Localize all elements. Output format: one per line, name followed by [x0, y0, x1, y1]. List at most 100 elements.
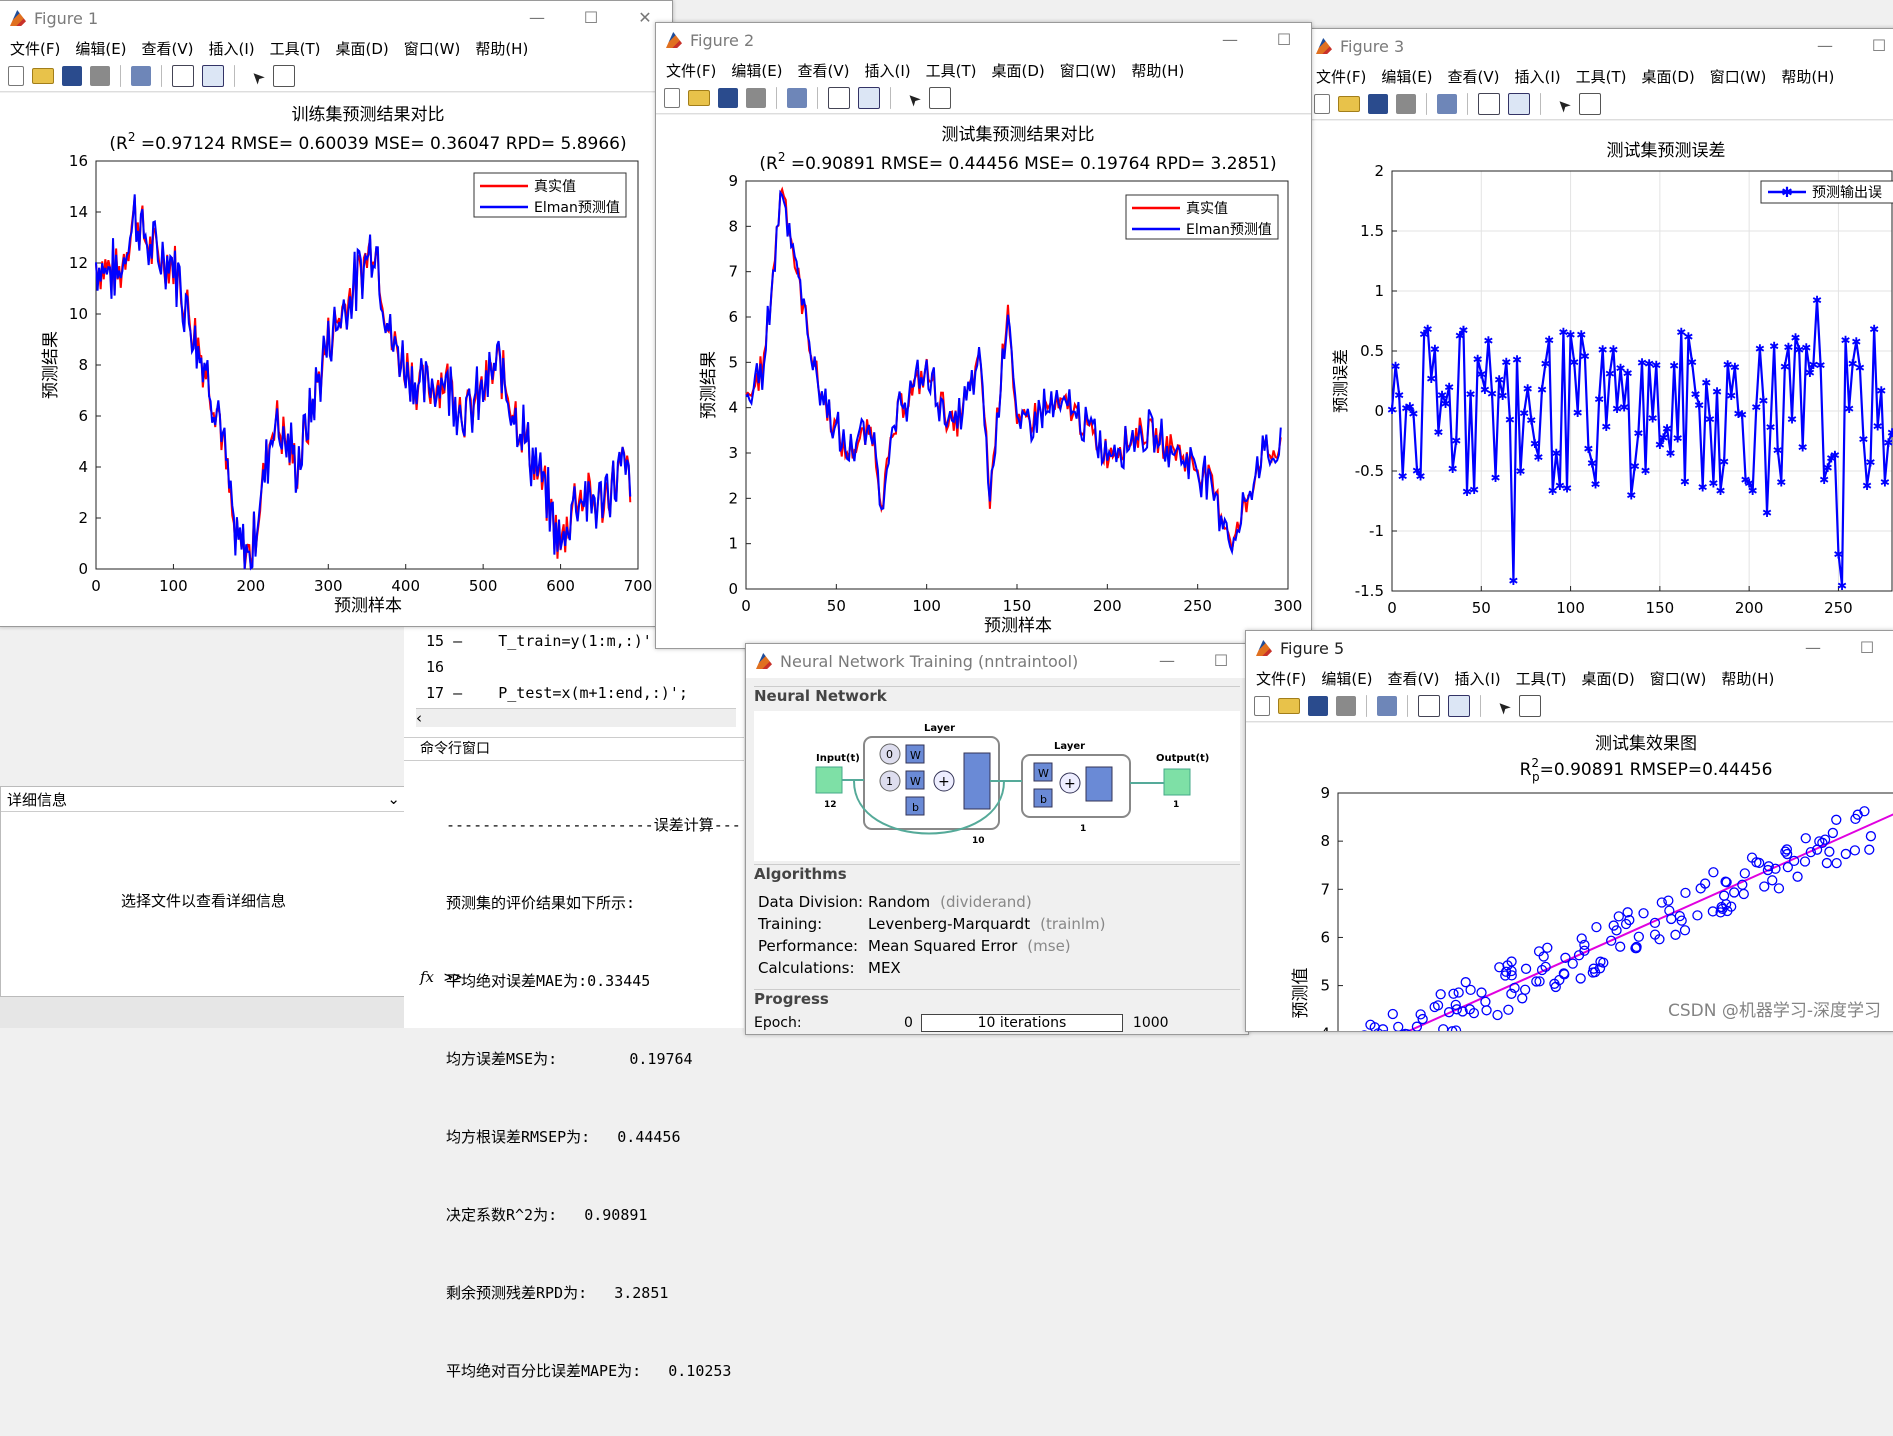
- fx-icon[interactable]: fx: [420, 968, 434, 986]
- new-figure-icon[interactable]: [8, 66, 24, 86]
- open-icon[interactable]: [1278, 698, 1300, 714]
- menu-insert[interactable]: 插入(I): [1515, 66, 1561, 87]
- property-inspector-icon[interactable]: [929, 87, 951, 109]
- new-figure-icon[interactable]: [664, 88, 680, 108]
- menu-desktop[interactable]: 桌面(D): [992, 60, 1045, 81]
- figure2-window[interactable]: Figure 2 —☐ 文件(F) 编辑(E) 查看(V) 插入(I) 工具(T…: [655, 22, 1312, 649]
- menu-help[interactable]: 帮助(H): [1721, 668, 1774, 689]
- pointer-icon[interactable]: [901, 88, 921, 108]
- menu-file[interactable]: 文件(F): [10, 38, 60, 59]
- figure3-window[interactable]: Figure 3 —☐ 文件(F) 编辑(E) 查看(V) 插入(I) 工具(T…: [1305, 28, 1893, 642]
- figure5-window[interactable]: Figure 5 —☐ 文件(F) 编辑(E) 查看(V) 插入(I) 工具(T…: [1245, 630, 1893, 1032]
- insert-colorbar-icon[interactable]: [828, 87, 850, 109]
- link-plot-icon[interactable]: [1377, 696, 1397, 716]
- menu-tools[interactable]: 工具(T): [926, 60, 977, 81]
- figure3-titlebar[interactable]: Figure 3 —☐: [1306, 29, 1893, 63]
- pointer-icon[interactable]: [1551, 94, 1571, 114]
- menu-desktop[interactable]: 桌面(D): [1582, 668, 1635, 689]
- new-figure-icon[interactable]: [1254, 696, 1270, 716]
- scatter-point: [1482, 1006, 1491, 1015]
- insert-legend-icon[interactable]: [858, 87, 880, 109]
- nntraintool-window[interactable]: Neural Network Training (nntraintool) —☐…: [745, 643, 1249, 1035]
- insert-colorbar-icon[interactable]: [1418, 695, 1440, 717]
- editor-line[interactable]: 17 — P_test=x(m+1:end,:)';: [426, 684, 688, 702]
- menu-file[interactable]: 文件(F): [1316, 66, 1366, 87]
- toolbar-separator: [1366, 695, 1367, 717]
- link-plot-icon[interactable]: [787, 88, 807, 108]
- open-icon[interactable]: [32, 68, 54, 84]
- insert-colorbar-icon[interactable]: [172, 65, 194, 87]
- menu-desktop[interactable]: 桌面(D): [1642, 66, 1695, 87]
- new-figure-icon[interactable]: [1314, 94, 1330, 114]
- insert-legend-icon[interactable]: [1448, 695, 1470, 717]
- property-inspector-icon[interactable]: [273, 65, 295, 87]
- editor-line[interactable]: 15 — T_train=y(1:m,:)': [426, 632, 652, 650]
- insert-legend-icon[interactable]: [1508, 93, 1530, 115]
- figure1-window[interactable]: Figure 1 —☐✕ 文件(F) 编辑(E) 查看(V) 插入(I) 工具(…: [0, 0, 673, 627]
- error-marker: ✱: [1416, 469, 1426, 483]
- save-icon[interactable]: [718, 88, 738, 108]
- open-icon[interactable]: [1338, 96, 1360, 112]
- menu-file[interactable]: 文件(F): [666, 60, 716, 81]
- minimize-icon[interactable]: —: [1798, 29, 1852, 63]
- print-icon[interactable]: [1396, 94, 1416, 114]
- menu-help[interactable]: 帮助(H): [475, 38, 528, 59]
- save-icon[interactable]: [1308, 696, 1328, 716]
- editor-line[interactable]: 16: [426, 658, 444, 676]
- save-icon[interactable]: [62, 66, 82, 86]
- maximize-icon[interactable]: ☐: [564, 1, 618, 35]
- chevron-down-icon[interactable]: ⌄: [387, 790, 400, 808]
- pointer-icon[interactable]: [245, 66, 265, 86]
- insert-legend-icon[interactable]: [202, 65, 224, 87]
- menu-insert[interactable]: 插入(I): [1455, 668, 1501, 689]
- maximize-icon[interactable]: ☐: [1852, 29, 1893, 63]
- property-inspector-icon[interactable]: [1519, 695, 1541, 717]
- menu-edit[interactable]: 编辑(E): [1321, 668, 1372, 689]
- menu-window[interactable]: 窗口(W): [1060, 60, 1117, 81]
- nntraintool-titlebar[interactable]: Neural Network Training (nntraintool) —☐: [746, 644, 1248, 678]
- horizontal-scrollbar[interactable]: ‹: [416, 708, 736, 727]
- figure1-titlebar[interactable]: Figure 1 —☐✕: [0, 1, 672, 35]
- menu-view[interactable]: 查看(V): [798, 60, 850, 81]
- menu-file[interactable]: 文件(F): [1256, 668, 1306, 689]
- link-plot-icon[interactable]: [1437, 94, 1457, 114]
- save-icon[interactable]: [1368, 94, 1388, 114]
- menu-insert[interactable]: 插入(I): [865, 60, 911, 81]
- menu-view[interactable]: 查看(V): [142, 38, 194, 59]
- menu-tools[interactable]: 工具(T): [1516, 668, 1567, 689]
- menu-window[interactable]: 窗口(W): [1710, 66, 1767, 87]
- print-icon[interactable]: [90, 66, 110, 86]
- menu-view[interactable]: 查看(V): [1388, 668, 1440, 689]
- figure2-titlebar[interactable]: Figure 2 —☐: [656, 23, 1311, 57]
- minimize-icon[interactable]: —: [1786, 631, 1840, 665]
- menu-window[interactable]: 窗口(W): [1650, 668, 1707, 689]
- menu-edit[interactable]: 编辑(E): [75, 38, 126, 59]
- property-inspector-icon[interactable]: [1579, 93, 1601, 115]
- menu-tools[interactable]: 工具(T): [1576, 66, 1627, 87]
- print-icon[interactable]: [746, 88, 766, 108]
- maximize-icon[interactable]: ☐: [1194, 644, 1248, 678]
- link-plot-icon[interactable]: [131, 66, 151, 86]
- menu-window[interactable]: 窗口(W): [404, 38, 461, 59]
- minimize-icon[interactable]: —: [1203, 23, 1257, 57]
- menu-desktop[interactable]: 桌面(D): [336, 38, 389, 59]
- insert-colorbar-icon[interactable]: [1478, 93, 1500, 115]
- menu-edit[interactable]: 编辑(E): [731, 60, 782, 81]
- statusbar: [0, 996, 420, 1028]
- menu-insert[interactable]: 插入(I): [209, 38, 255, 59]
- menu-help[interactable]: 帮助(H): [1781, 66, 1834, 87]
- maximize-icon[interactable]: ☐: [1840, 631, 1893, 665]
- minimize-icon[interactable]: —: [1140, 644, 1194, 678]
- menu-help[interactable]: 帮助(H): [1131, 60, 1184, 81]
- menu-edit[interactable]: 编辑(E): [1381, 66, 1432, 87]
- menu-view[interactable]: 查看(V): [1448, 66, 1500, 87]
- figure5-titlebar[interactable]: Figure 5 —☐: [1246, 631, 1893, 665]
- print-icon[interactable]: [1336, 696, 1356, 716]
- minimize-icon[interactable]: —: [510, 1, 564, 35]
- open-icon[interactable]: [688, 90, 710, 106]
- pointer-icon[interactable]: [1491, 696, 1511, 716]
- menu-tools[interactable]: 工具(T): [270, 38, 321, 59]
- command-window[interactable]: 命令行窗口 -----------------------误差计算--- 预测集…: [404, 737, 744, 1028]
- maximize-icon[interactable]: ☐: [1257, 23, 1311, 57]
- command-prompt[interactable]: >>: [444, 968, 462, 986]
